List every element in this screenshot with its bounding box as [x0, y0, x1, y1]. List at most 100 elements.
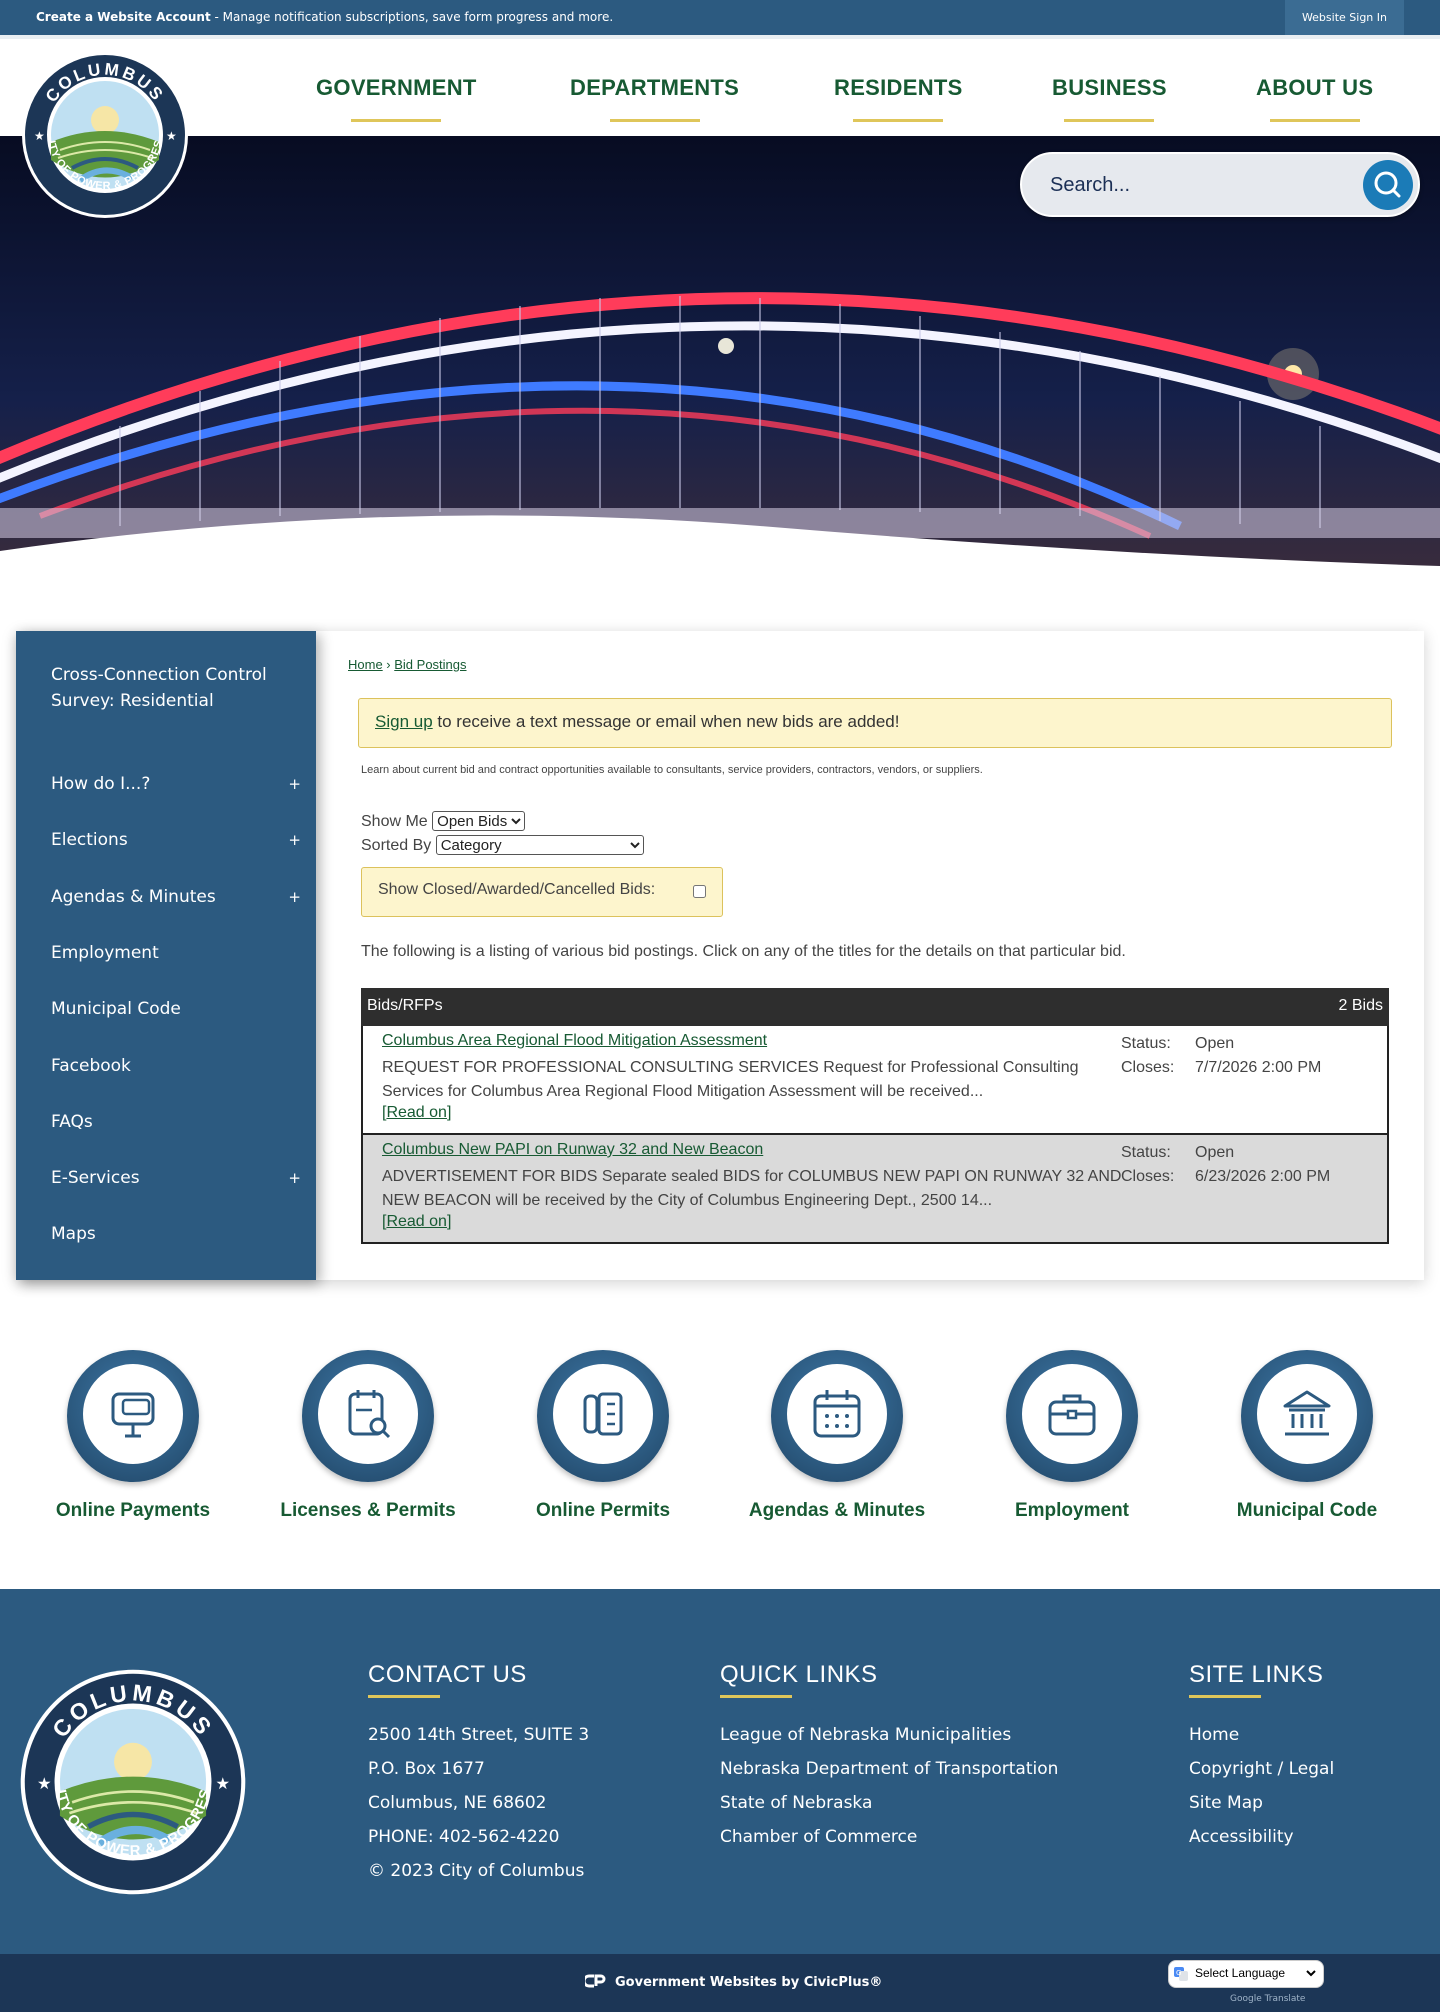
permits-icon — [583, 1392, 623, 1436]
footer-link[interactable]: Site Map — [1189, 1786, 1334, 1820]
quick-link-licenses-permits[interactable]: Licenses & Permits — [268, 1350, 468, 1522]
powered-by-google-translate: Google Translate — [1230, 1994, 1306, 2004]
bid-row: Columbus Area Regional Flood Mitigation … — [361, 1026, 1389, 1135]
sidebar-item-municipal-code[interactable]: Municipal Code — [51, 996, 301, 1022]
computer-payment-icon — [111, 1392, 155, 1438]
breadcrumb-bid-postings[interactable]: Bid Postings — [394, 657, 466, 672]
expand-icon[interactable]: + — [288, 1165, 301, 1191]
search-button[interactable] — [1363, 160, 1413, 210]
signup-alert: Sign up to receive a text message or ema… — [358, 698, 1392, 748]
show-me-select[interactable]: Open Bids — [432, 811, 526, 831]
bottom-bar: Government Websites by CivicPlus® G Sele… — [0, 1954, 1440, 2012]
bid-title-link[interactable]: Columbus New PAPI on Runway 32 and New B… — [382, 1141, 763, 1159]
footer-city-seal[interactable]: COLUMBUS CITY OF POWER & PROGRESS ★ ★ — [12, 1655, 248, 1897]
bid-filters: Show Me Open Bids Sorted By Category — [361, 811, 644, 859]
search-icon — [1374, 171, 1401, 198]
bid-description: REQUEST FOR PROFESSIONAL CONSULTING SERV… — [382, 1059, 1079, 1100]
create-account-link[interactable]: Create a Website Account — [36, 10, 211, 24]
read-on-link[interactable]: [Read on] — [382, 1213, 451, 1231]
sidebar-item-employment[interactable]: Employment — [51, 940, 301, 966]
expand-icon[interactable]: + — [288, 827, 301, 853]
civicplus-logo-icon — [582, 1974, 606, 1988]
sidebar-nav: Cross-Connection Control Survey: Residen… — [16, 631, 316, 1280]
footer-contact-us: CONTACT US 2500 14th Street, SUITE 3 P.O… — [368, 1661, 589, 1888]
nav-about-us[interactable]: ABOUT US — [1256, 75, 1373, 122]
svg-text:★: ★ — [216, 1774, 231, 1793]
civicplus-credit[interactable]: Government Websites by CivicPlus® — [582, 1974, 882, 1990]
bid-status: Open — [1195, 1144, 1235, 1161]
quick-link-agendas-minutes[interactable]: Agendas & Minutes — [737, 1350, 937, 1522]
sidebar-item-facebook[interactable]: Facebook — [51, 1053, 301, 1079]
quick-links-row: Online Payments Licenses & Permits Onlin… — [0, 1350, 1440, 1530]
footer-site-links: SITE LINKS Home Copyright / Legal Site M… — [1189, 1661, 1334, 1854]
footer-link[interactable]: Nebraska Department of Transportation — [720, 1752, 1058, 1786]
contact-line: P.O. Box 1677 — [368, 1759, 485, 1779]
account-description: - Manage notification subscriptions, sav… — [210, 10, 614, 24]
bid-meta: Status: Open Closes: 6/23/2026 2:00 PM — [1121, 1144, 1331, 1185]
show-closed-checkbox[interactable] — [693, 885, 706, 898]
svg-text:G: G — [1176, 1969, 1181, 1977]
sidebar-item-maps[interactable]: Maps — [51, 1221, 301, 1247]
quick-link-municipal-code[interactable]: Municipal Code — [1207, 1350, 1407, 1522]
bid-row: Columbus New PAPI on Runway 32 and New B… — [361, 1135, 1389, 1244]
footer-link[interactable]: Copyright / Legal — [1189, 1752, 1334, 1786]
sorted-by-label: Sorted By — [361, 837, 432, 854]
show-closed-toggle: Show Closed/Awarded/Cancelled Bids: — [361, 867, 723, 917]
breadcrumb-home[interactable]: Home — [348, 657, 383, 672]
nav-government[interactable]: GOVERNMENT — [316, 75, 477, 122]
bids-table: Bids/RFPs 2 Bids Columbus Area Regional … — [361, 988, 1389, 1244]
site-links-heading: SITE LINKS — [1189, 1661, 1324, 1688]
city-seal-icon: COLUMBUS CITY OF POWER & PROGRESS ★ ★ — [16, 41, 188, 218]
quick-link-employment[interactable]: Employment — [972, 1350, 1172, 1522]
bids-header: Bids/RFPs 2 Bids — [361, 988, 1389, 1026]
nav-departments[interactable]: DEPARTMENTS — [570, 75, 739, 122]
city-seal-icon: COLUMBUS CITY OF POWER & PROGRESS ★ ★ — [12, 1655, 246, 1895]
footer-link[interactable]: Accessibility — [1189, 1820, 1334, 1854]
breadcrumb: Home › Bid Postings — [348, 657, 467, 672]
language-select[interactable]: Select Language — [1191, 1965, 1319, 1981]
read-on-link[interactable]: [Read on] — [382, 1104, 451, 1122]
svg-text:★: ★ — [34, 129, 45, 143]
sidebar-item-cross-connection[interactable]: Cross-Connection Control Survey: Residen… — [51, 662, 301, 714]
top-bar: Create a Website Account - Manage notifi… — [0, 0, 1440, 35]
sidebar-item-elections[interactable]: Elections + — [51, 827, 301, 853]
sign-up-link[interactable]: Sign up — [375, 712, 433, 731]
contact-us-heading: CONTACT US — [368, 1661, 527, 1688]
building-icon — [1283, 1390, 1331, 1436]
expand-icon[interactable]: + — [288, 884, 301, 910]
account-message: Create a Website Account - Manage notifi… — [36, 10, 613, 24]
footer-link[interactable]: Home — [1189, 1718, 1334, 1752]
listing-description: The following is a listing of various bi… — [361, 943, 1126, 960]
footer-link[interactable]: League of Nebraska Municipalities — [720, 1718, 1058, 1752]
sidebar-item-agendas-minutes[interactable]: Agendas & Minutes + — [51, 884, 301, 910]
sidebar-item-how-do-i[interactable]: How do I...? + — [51, 771, 301, 797]
sorted-by-select[interactable]: Category — [435, 835, 644, 855]
bid-closes: 6/23/2026 2:00 PM — [1195, 1168, 1331, 1185]
footer-link[interactable]: Chamber of Commerce — [720, 1820, 1058, 1854]
svg-text:★: ★ — [166, 129, 177, 143]
website-sign-in-button[interactable]: Website Sign In — [1284, 0, 1404, 35]
contact-line: Columbus, NE 68602 — [368, 1793, 547, 1813]
expand-icon[interactable]: + — [288, 771, 301, 797]
footer-link[interactable]: State of Nebraska — [720, 1786, 1058, 1820]
nav-residents[interactable]: RESIDENTS — [834, 75, 963, 122]
content-area: Cross-Connection Control Survey: Residen… — [16, 631, 1424, 1280]
bids-count: 2 Bids — [1338, 997, 1383, 1014]
nav-business[interactable]: BUSINESS — [1052, 75, 1167, 122]
city-seal-logo[interactable]: COLUMBUS CITY OF POWER & PROGRESS ★ ★ — [16, 41, 190, 220]
bid-title-link[interactable]: Columbus Area Regional Flood Mitigation … — [382, 1032, 767, 1050]
quick-link-online-permits[interactable]: Online Permits — [503, 1350, 703, 1522]
language-selector[interactable]: G Select Language — [1168, 1960, 1324, 1988]
bid-status: Open — [1195, 1035, 1235, 1052]
sidebar-item-faqs[interactable]: FAQs — [51, 1109, 301, 1135]
calendar-icon — [813, 1390, 861, 1438]
search-input[interactable] — [1050, 170, 1350, 200]
bid-description: ADVERTISEMENT FOR BIDS Separate sealed B… — [382, 1168, 1122, 1209]
site-footer: COLUMBUS CITY OF POWER & PROGRESS ★ ★ CO… — [0, 1589, 1440, 1954]
quick-link-online-payments[interactable]: Online Payments — [33, 1350, 233, 1522]
document-search-icon — [348, 1390, 391, 1439]
quick-links-heading: QUICK LINKS — [720, 1661, 878, 1688]
sidebar-item-e-services[interactable]: E-Services + — [51, 1165, 301, 1191]
contact-line: © 2023 City of Columbus — [368, 1861, 585, 1881]
main-content: Home › Bid Postings Sign up to receive a… — [316, 631, 1424, 1280]
